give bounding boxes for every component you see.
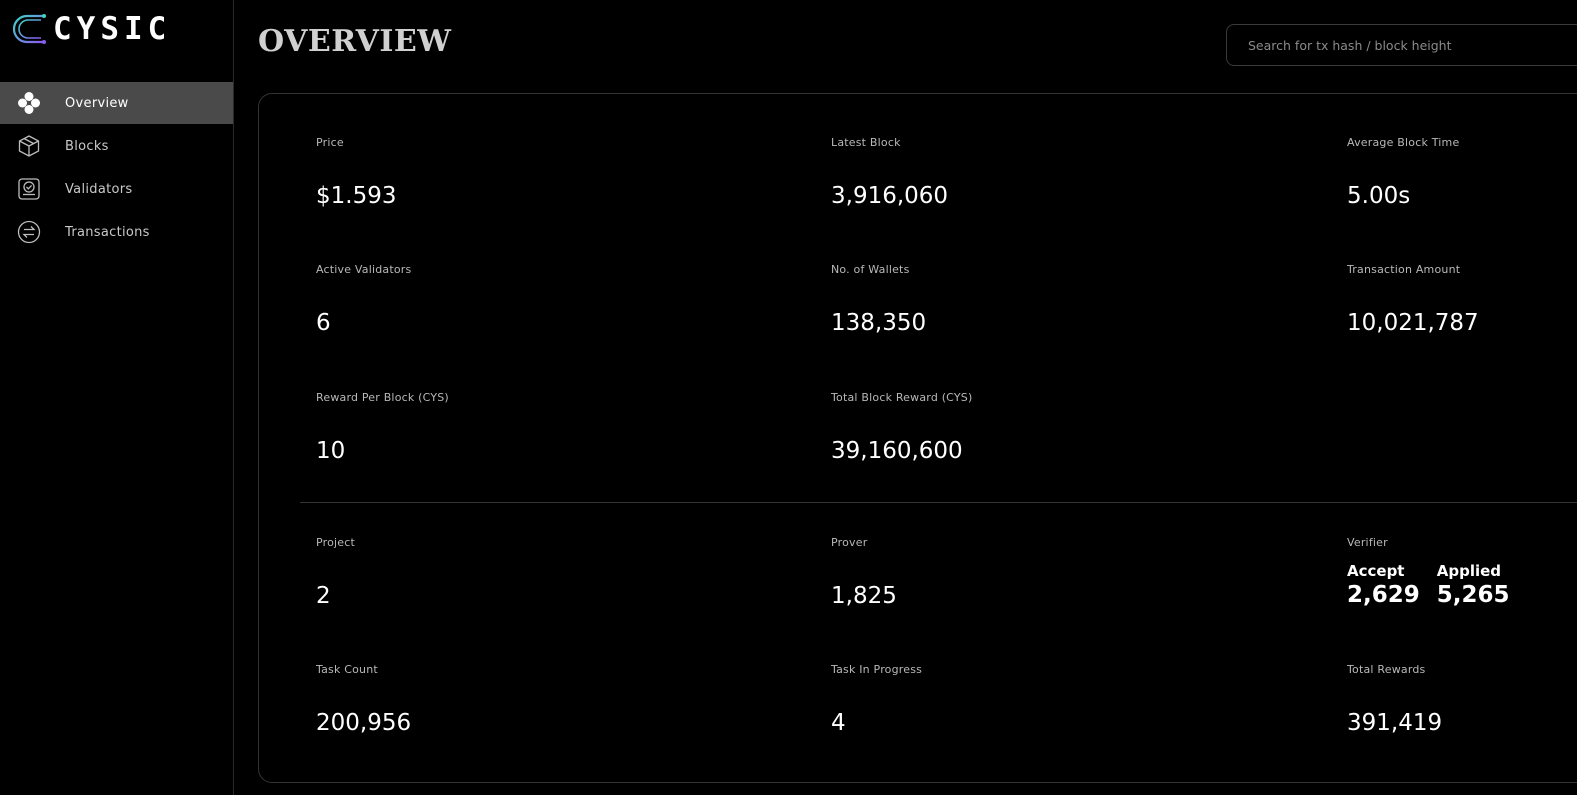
- stat-average-block-time: Average Block Time 5.00s: [1347, 136, 1460, 209]
- verifier-breakdown: Accept 2,629 Applied 5,265: [1347, 562, 1510, 608]
- search-box[interactable]: [1226, 24, 1577, 66]
- stat-label: Task Count: [316, 663, 378, 676]
- stat-value: 1,825: [831, 583, 897, 609]
- sidebar-item-label: Overview: [65, 95, 129, 111]
- swap-arrows-icon: [17, 220, 41, 244]
- stat-label: No. of Wallets: [831, 263, 910, 276]
- stat-label: Total Block Reward (CYS): [831, 391, 973, 404]
- stat-value: 5.00s: [1347, 183, 1411, 209]
- sidebar: CYSIC Overview Blocks Validators Transac…: [0, 0, 234, 795]
- stat-value: 6: [316, 310, 331, 336]
- brand-name: CYSIC: [53, 11, 172, 47]
- overview-icon: [17, 91, 41, 115]
- verifier-applied: Applied 5,265: [1437, 562, 1510, 608]
- stat-value: 10: [316, 438, 346, 464]
- sidebar-item-blocks[interactable]: Blocks: [0, 125, 233, 167]
- stat-value: $1.593: [316, 183, 397, 209]
- sidebar-nav: Overview Blocks Validators Transactions: [0, 82, 233, 254]
- stats-card: Price $1.593 Latest Block 3,916,060 Aver…: [258, 93, 1577, 783]
- sidebar-item-label: Blocks: [65, 138, 109, 154]
- stat-project: Project 2: [316, 536, 356, 609]
- stat-price: Price $1.593: [316, 136, 396, 209]
- sidebar-item-transactions[interactable]: Transactions: [0, 211, 233, 253]
- stat-wallets: No. of Wallets 138,350: [831, 263, 926, 336]
- stat-task-count: Task Count 200,956: [316, 663, 411, 736]
- stat-label: Transaction Amount: [1347, 263, 1461, 276]
- section-divider: [300, 502, 1577, 503]
- stat-label: Prover: [831, 536, 868, 549]
- brand-logo[interactable]: CYSIC: [13, 11, 172, 47]
- sidebar-item-label: Validators: [65, 181, 133, 197]
- stat-verifier: Verifier Accept 2,629 Applied 5,265: [1347, 536, 1510, 608]
- cysic-logo-icon: [13, 14, 46, 44]
- cube-icon: [17, 134, 41, 158]
- search-input[interactable]: [1248, 37, 1568, 53]
- stat-reward-per-block: Reward Per Block (CYS) 10: [316, 391, 449, 464]
- stat-prover: Prover 1,825: [831, 536, 897, 609]
- sidebar-item-label: Transactions: [65, 224, 150, 240]
- verifier-accept: Accept 2,629: [1347, 562, 1420, 608]
- sidebar-item-overview[interactable]: Overview: [0, 82, 233, 124]
- stat-label: Average Block Time: [1347, 136, 1460, 149]
- stat-active-validators: Active Validators 6: [316, 263, 412, 336]
- stat-label: Reward Per Block (CYS): [316, 391, 449, 404]
- verifier-accept-value: 2,629: [1347, 582, 1420, 608]
- stat-value: 39,160,600: [831, 438, 963, 464]
- stat-value: 4: [831, 710, 846, 736]
- validator-check-icon: [17, 177, 41, 201]
- stat-label: Project: [316, 536, 356, 549]
- verifier-applied-value: 5,265: [1436, 582, 1510, 608]
- stat-total-block-reward: Total Block Reward (CYS) 39,160,600: [831, 391, 973, 464]
- stat-total-rewards: Total Rewards 391,419: [1347, 663, 1442, 736]
- stat-label: Verifier: [1347, 536, 1388, 549]
- stat-value: 10,021,787: [1347, 310, 1479, 336]
- page-title: OVERVIEW: [258, 24, 452, 59]
- stat-value: 3,916,060: [831, 183, 949, 209]
- stat-value: 138,350: [831, 310, 927, 336]
- stat-label: Total Rewards: [1347, 663, 1426, 676]
- stat-label: Latest Block: [831, 136, 901, 149]
- stat-label: Active Validators: [316, 263, 412, 276]
- stat-transaction-amount: Transaction Amount 10,021,787: [1347, 263, 1479, 336]
- stat-task-in-progress: Task In Progress 4: [831, 663, 923, 736]
- verifier-applied-label: Applied: [1436, 562, 1502, 580]
- stat-label: Task In Progress: [831, 663, 923, 676]
- stat-label: Price: [316, 136, 344, 149]
- stat-latest-block: Latest Block 3,916,060: [831, 136, 948, 209]
- verifier-accept-label: Accept: [1347, 562, 1405, 580]
- stat-value: 391,419: [1347, 710, 1443, 736]
- stat-value: 2: [316, 583, 331, 609]
- stat-value: 200,956: [316, 710, 412, 736]
- sidebar-item-validators[interactable]: Validators: [0, 168, 233, 210]
